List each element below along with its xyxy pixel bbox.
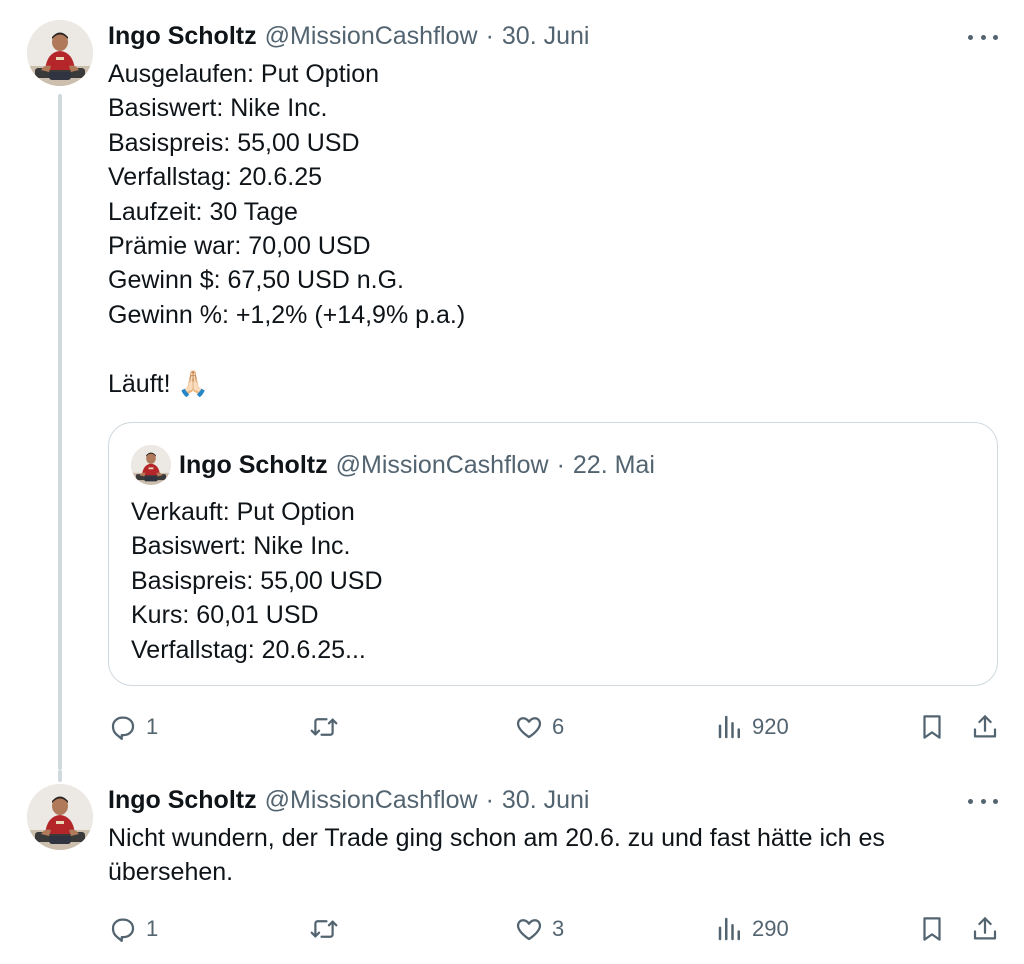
thread-line	[58, 94, 62, 770]
reply-icon	[111, 918, 135, 942]
heart-icon	[516, 717, 542, 739]
avatar[interactable]	[27, 784, 93, 850]
author-name[interactable]: Ingo Scholtz	[108, 22, 257, 51]
repost-button[interactable]	[308, 707, 348, 747]
separator: ·	[556, 451, 565, 479]
action-bar: 1 6 920	[0, 707, 1024, 747]
views-icon	[718, 917, 740, 941]
reply-icon	[111, 716, 135, 740]
share-icon	[973, 715, 997, 738]
bookmark-button[interactable]	[918, 707, 946, 747]
tweet-date[interactable]: 30. Juni	[502, 786, 590, 815]
thread-line	[58, 770, 62, 782]
views-icon	[718, 715, 740, 739]
more-icon[interactable]	[968, 27, 998, 47]
views-count: 290	[752, 916, 789, 941]
author-handle[interactable]: @MissionCashflow	[265, 22, 478, 51]
more-icon[interactable]	[968, 791, 998, 811]
views-count: 920	[752, 714, 789, 739]
quote-date: 22. Mai	[572, 451, 655, 479]
reply-count: 1	[146, 916, 159, 941]
quote-author-name: Ingo Scholtz	[179, 451, 328, 479]
share-button[interactable]	[970, 707, 1000, 747]
bookmark-button[interactable]	[918, 909, 946, 949]
views-button[interactable]: 920	[716, 707, 789, 747]
like-count: 6	[552, 714, 565, 739]
bookmark-icon	[923, 715, 941, 739]
quote-header: Ingo Scholtz @MissionCashflow · 22. Mai	[179, 451, 655, 480]
separator: ·	[485, 22, 494, 50]
heart-icon	[516, 919, 542, 941]
views-button[interactable]: 290	[716, 909, 789, 949]
quoted-tweet[interactable]: Ingo Scholtz @MissionCashflow · 22. Mai …	[108, 422, 998, 686]
author-name[interactable]: Ingo Scholtz	[108, 786, 257, 815]
share-icon	[973, 917, 997, 940]
like-button[interactable]: 6	[514, 707, 564, 747]
tweet[interactable]: Ingo Scholtz @MissionCashflow · 30. Juni…	[0, 770, 1024, 964]
reply-button[interactable]: 1	[108, 707, 158, 747]
action-bar: 1 3 290	[0, 909, 1024, 949]
like-count: 3	[552, 916, 565, 941]
quote-avatar	[131, 445, 171, 485]
repost-icon	[310, 718, 338, 736]
reply-count: 1	[146, 714, 159, 739]
bookmark-icon	[923, 917, 941, 941]
tweet-text: Nicht wundern, der Trade ging schon am 2…	[108, 824, 885, 887]
separator: ·	[485, 786, 494, 814]
reply-button[interactable]: 1	[108, 909, 158, 949]
tweet-date[interactable]: 30. Juni	[502, 22, 590, 51]
repost-button[interactable]	[308, 909, 348, 949]
tweet-text: Ausgelaufen: Put Option Basiswert: Nike …	[108, 60, 466, 398]
tweet[interactable]: Ingo Scholtz @MissionCashflow · 30. Juni…	[0, 0, 1024, 770]
quote-text: Verkauft: Put Option Basiswert: Nike Inc…	[131, 498, 383, 664]
author-handle[interactable]: @MissionCashflow	[265, 786, 478, 815]
quote-author-handle: @MissionCashflow	[335, 451, 549, 479]
tweet-header: Ingo Scholtz @MissionCashflow · 30. Juni	[108, 786, 589, 816]
share-button[interactable]	[970, 909, 1000, 949]
tweet-header: Ingo Scholtz @MissionCashflow · 30. Juni	[108, 22, 589, 52]
repost-icon	[310, 920, 338, 938]
avatar[interactable]	[27, 20, 93, 86]
like-button[interactable]: 3	[514, 909, 564, 949]
